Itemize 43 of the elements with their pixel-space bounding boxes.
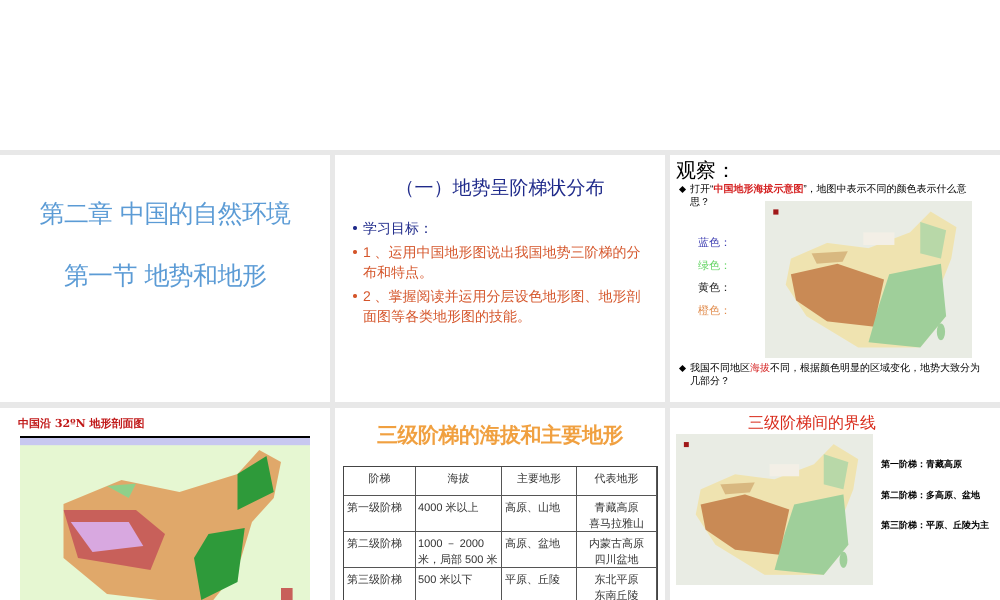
bullet-icon bbox=[678, 186, 686, 194]
table-cell: 高原、山地 bbox=[502, 496, 577, 532]
bullet-text: 学习目标： bbox=[363, 218, 433, 238]
note-text: 第三阶梯：平原、丘陵为主 bbox=[881, 520, 989, 533]
slide-title: 三级阶梯的海拔和主要地形 bbox=[376, 422, 624, 449]
table-cell: 4000 米以上 bbox=[416, 496, 502, 532]
slide-heading: 第二章 中国的自然环境 bbox=[39, 198, 291, 230]
table-cell-text: 四川盆地 bbox=[594, 552, 638, 568]
bullet-icon bbox=[353, 250, 357, 254]
color-label: 橙色： bbox=[698, 304, 732, 318]
bullet-icon bbox=[678, 364, 686, 372]
column-header: 阶梯 bbox=[344, 466, 416, 496]
color-label: 黄色： bbox=[698, 281, 732, 296]
bullet-text: 打开“中国地形海拔示意图”，地图中表示不同的颜色表示什么意思？ bbox=[690, 183, 968, 209]
bullet-icon bbox=[353, 294, 357, 298]
table-cell-text: 喜马拉雅山 bbox=[589, 516, 644, 532]
note-text: 第二阶梯：多高原、盆地 bbox=[881, 490, 981, 502]
slide-heading: 第一节 地势和地形 bbox=[64, 260, 266, 292]
slide-title: 中国沿 32ºN 地形剖面图 bbox=[17, 416, 146, 432]
bullet-text: 1 、运用中国地形图说出我国地势三阶梯的分布和特点。 bbox=[363, 242, 642, 282]
column-header: 代表地形 bbox=[577, 466, 657, 496]
table-cell: 第三级阶梯 bbox=[344, 568, 416, 600]
note-text: 第一阶梯：青藏高原 bbox=[881, 459, 963, 472]
table-cell: 1000 － 2000 米，局部 500 米 bbox=[416, 532, 502, 568]
slide-title: 观察： bbox=[675, 157, 737, 183]
table-cell: 高原、盆地 bbox=[502, 532, 577, 568]
column-header: 主要地形 bbox=[502, 466, 577, 496]
table-cell: 平原、丘陵 bbox=[502, 568, 577, 600]
color-label: 蓝色： bbox=[698, 236, 732, 251]
bullet-text: 我国不同地区海拔不同，根据颜色明显的区域变化，地势大致分为几部分？ bbox=[690, 362, 981, 388]
bullet-text: 2 、掌握阅读并运用分层设色地形图、地形剖面图等各类地形图的技能。 bbox=[363, 286, 642, 326]
color-label: 绿色： bbox=[698, 258, 732, 274]
column-header: 海拔 bbox=[416, 466, 502, 496]
table-cell-text: 东南丘陵 bbox=[594, 588, 638, 600]
table-cell-text: 内蒙古高原 bbox=[589, 536, 644, 552]
table-cell: 500 米以下 bbox=[416, 568, 502, 600]
table-cell-text: 青藏高原 bbox=[594, 500, 638, 516]
slide-title: （一）地势呈阶梯状分布 bbox=[394, 177, 606, 201]
table-cell: 第二级阶梯 bbox=[344, 532, 416, 568]
table-cell-text: 东北平原 bbox=[594, 572, 638, 588]
table-cell: 第一级阶梯 bbox=[344, 496, 416, 532]
bullet-icon bbox=[353, 226, 357, 230]
slide-title: 三级阶梯间的界线 bbox=[747, 414, 877, 434]
